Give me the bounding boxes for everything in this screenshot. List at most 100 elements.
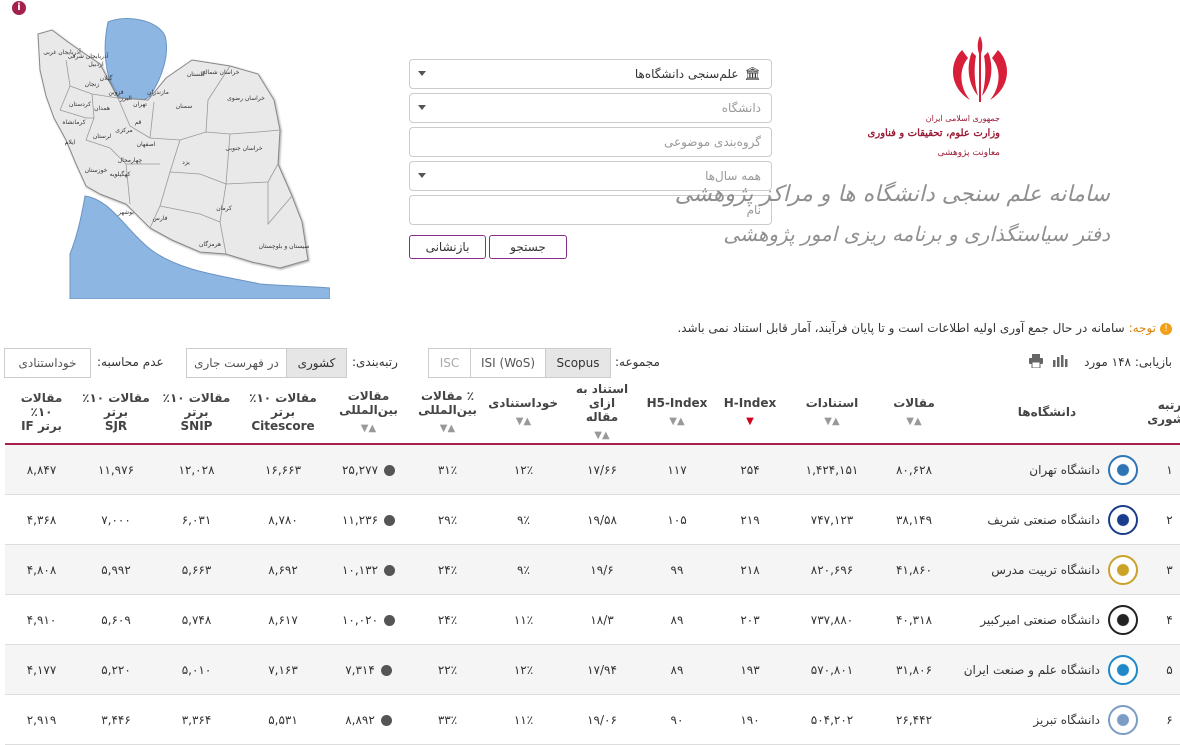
- rank-cell: ۲: [1142, 494, 1180, 545]
- col-top10-sjr[interactable]: مقالات ۱۰٪ برتر SJR: [78, 380, 154, 445]
- citations-per-paper-cell: ۱۹/۵۸: [562, 494, 642, 545]
- sort-desc-icon[interactable]: ▼: [716, 416, 784, 427]
- results-count: ۱۴۸ مورد: [1084, 355, 1131, 369]
- table-row[interactable]: ۱ دانشگاه تهران ۸۰,۶۲۸ ۱,۴۲۴,۱۵۱ ۲۵۴ ۱۱۷ ۱۷/۶۶…: [5, 444, 1180, 495]
- university-name[interactable]: دانشگاه صنعتی شریف: [987, 513, 1100, 527]
- sort-icon[interactable]: ▲▼: [489, 416, 558, 427]
- intl-papers-value: ۷,۳۱۴: [345, 662, 375, 677]
- self-citation-cell: ۱۱٪: [485, 694, 562, 745]
- exclude-self-citation[interactable]: خوداستنادی: [4, 348, 91, 378]
- sort-icon[interactable]: ▲▼: [646, 416, 708, 427]
- col-h5-index[interactable]: H5-Index ▲▼: [642, 380, 712, 445]
- university-logo-icon: [1108, 454, 1138, 485]
- col-top10-citescore[interactable]: مقالات ۱۰٪ برتر Citescore: [239, 380, 327, 445]
- self-citation-cell: ۱۲٪: [485, 644, 562, 695]
- province-label: اصفهان: [137, 141, 156, 148]
- table-row[interactable]: ۴ دانشگاه صنعتی امیرکبیر ۴۰,۳۱۸ ۷۳۷,۸۸۰ ۲۰۳ ۸…: [5, 594, 1180, 645]
- col-university: دانشگاه‌ها: [952, 380, 1142, 445]
- university-logo-icon: [1108, 704, 1138, 735]
- h-index-cell: ۲۵۴: [712, 444, 788, 495]
- subject-group-field[interactable]: گروه‌بندی موضوعی: [409, 127, 772, 157]
- table-row[interactable]: ۶ دانشگاه تبریز ۲۶,۴۴۲ ۵۰۴,۲۰۲ ۱۹۰ ۹۰ ۱۹/۰۶ ۱۱٪…: [5, 694, 1180, 745]
- globe-icon[interactable]: [384, 464, 396, 476]
- top10-citescore-cell: ۸,۶۱۷: [239, 594, 327, 645]
- universities-table: رتبهکشوری دانشگاه‌ها مقالات▲▼ استنادات▲▼…: [5, 380, 1180, 745]
- sort-icon[interactable]: ▲▼: [792, 416, 872, 427]
- col-self-citation[interactable]: خوداستنادی ▲▼: [485, 380, 562, 445]
- university-cell[interactable]: دانشگاه تربیت مدرس: [952, 544, 1142, 595]
- type-select[interactable]: 🏛 علم‌سنجی دانشگاه‌ها: [409, 59, 772, 89]
- top10-sjr-cell: ۷,۰۰۰: [78, 494, 154, 545]
- university-cell[interactable]: دانشگاه علم و صنعت ایران: [952, 644, 1142, 695]
- top10-snip-cell: ۵,۷۴۸: [154, 594, 239, 645]
- university-name[interactable]: دانشگاه تربیت مدرس: [991, 563, 1100, 577]
- university-cell[interactable]: دانشگاه صنعتی شریف: [952, 494, 1142, 545]
- globe-icon[interactable]: [380, 714, 392, 726]
- top10-if-cell: ۴,۹۱۰: [5, 594, 78, 645]
- reset-button[interactable]: بازنشانی: [409, 235, 486, 259]
- university-cell[interactable]: دانشگاه تهران: [952, 444, 1142, 495]
- col-citations-per-paper[interactable]: استناد به ازای مقاله ▲▼: [562, 380, 642, 445]
- province-label: مازندران: [147, 89, 169, 96]
- col-h-index[interactable]: H-Index ▼: [712, 380, 788, 445]
- university-name[interactable]: دانشگاه تبریز: [1033, 713, 1100, 727]
- ranking-national[interactable]: کشوری: [286, 348, 347, 378]
- university-name[interactable]: دانشگاه صنعتی امیرکبیر: [980, 613, 1100, 627]
- table-row[interactable]: ۳ دانشگاه تربیت مدرس ۴۱,۸۶۰ ۸۲۰,۶۹۶ ۲۱۸ ۹۹ ۱۹/…: [5, 544, 1180, 595]
- sort-icon[interactable]: ▲▼: [566, 430, 638, 441]
- sort-icon[interactable]: ▲▼: [880, 416, 948, 427]
- table-row[interactable]: ۲ دانشگاه صنعتی شریف ۳۸,۱۴۹ ۷۴۷,۱۲۳ ۲۱۹ ۱۰۵ ۱۹…: [5, 494, 1180, 545]
- col-papers[interactable]: مقالات ▲▼: [876, 380, 952, 445]
- intl-papers-value: ۸,۸۹۲: [345, 712, 375, 727]
- sort-icon[interactable]: ▲▼: [331, 423, 406, 434]
- globe-icon[interactable]: [384, 514, 396, 526]
- ranking-current-list[interactable]: در فهرست جاری: [186, 348, 287, 378]
- university-select[interactable]: دانشگاه: [409, 93, 772, 123]
- university-cell[interactable]: دانشگاه تبریز: [952, 694, 1142, 745]
- globe-icon[interactable]: [384, 614, 396, 626]
- globe-icon[interactable]: [384, 564, 396, 576]
- print-icon[interactable]: [1028, 354, 1044, 368]
- intl-papers-cell: ۱۰,۱۳۲: [327, 544, 410, 595]
- collection-scopus[interactable]: Scopus: [545, 348, 611, 378]
- info-icon[interactable]: i: [12, 1, 26, 15]
- university-name[interactable]: دانشگاه علم و صنعت ایران: [964, 663, 1100, 677]
- citations-cell: ۷۳۷,۸۸۰: [788, 594, 876, 645]
- citations-per-paper-cell: ۱۹/۰۶: [562, 694, 642, 745]
- top10-snip-cell: ۵,۰۱۰: [154, 644, 239, 695]
- top10-sjr-cell: ۵,۶۰۹: [78, 594, 154, 645]
- notice-text: سامانه در حال جمع آوری اولیه اطلاعات است…: [677, 321, 1125, 335]
- col-intl-papers[interactable]: مقالات بین‌المللی ▲▼: [327, 380, 410, 445]
- chart-icon[interactable]: [1052, 354, 1068, 368]
- province-label: اردبیل: [88, 61, 104, 68]
- collection-isc[interactable]: ISC: [428, 348, 471, 378]
- province-label: کردستان: [69, 101, 91, 108]
- col-top10-snip[interactable]: مقالات ۱۰٪ برتر SNIP: [154, 380, 239, 445]
- h5-index-cell: ۸۹: [642, 594, 712, 645]
- top10-citescore-cell: ۷,۱۶۳: [239, 644, 327, 695]
- province-label: چهارمحال: [118, 157, 143, 164]
- h5-index-cell: ۹۹: [642, 544, 712, 595]
- intl-pct-cell: ۲۴٪: [410, 594, 485, 645]
- chevron-down-icon: [418, 105, 426, 110]
- province-label: همدان: [94, 105, 110, 112]
- university-name[interactable]: دانشگاه تهران: [1029, 463, 1100, 477]
- table-row[interactable]: ۵ دانشگاه علم و صنعت ایران ۳۱,۸۰۶ ۵۷۰,۸۰۱ ۱۹…: [5, 644, 1180, 695]
- ministry-branding: جمهوری اسلامی ایران وزارت علوم، تحقیقات …: [675, 30, 1110, 270]
- university-cell[interactable]: دانشگاه صنعتی امیرکبیر: [952, 594, 1142, 645]
- h5-index-cell: ۸۹: [642, 644, 712, 695]
- col-rank[interactable]: رتبهکشوری: [1142, 380, 1180, 445]
- rank-cell: ۶: [1142, 694, 1180, 745]
- province-label: خراسان جنوبی: [225, 145, 262, 152]
- papers-cell: ۴۱,۸۶۰: [876, 544, 952, 595]
- col-intl-pct[interactable]: ٪ مقالات بین‌المللی ▲▼: [410, 380, 485, 445]
- globe-icon[interactable]: [380, 664, 392, 676]
- col-top10-if[interactable]: مقالات ۱۰٪ برتر IF: [5, 380, 78, 445]
- sort-icon[interactable]: ▲▼: [414, 423, 481, 434]
- search-button[interactable]: جستجو: [489, 235, 567, 259]
- collection-isi[interactable]: ISI (WoS): [470, 348, 546, 378]
- chevron-down-icon: [418, 173, 426, 178]
- top10-if-cell: ۴,۳۶۸: [5, 494, 78, 545]
- iran-province-map[interactable]: آذربایجان غربی آذربایجان شرقی اردبیل گیل…: [30, 14, 330, 299]
- col-citations[interactable]: استنادات ▲▼: [788, 380, 876, 445]
